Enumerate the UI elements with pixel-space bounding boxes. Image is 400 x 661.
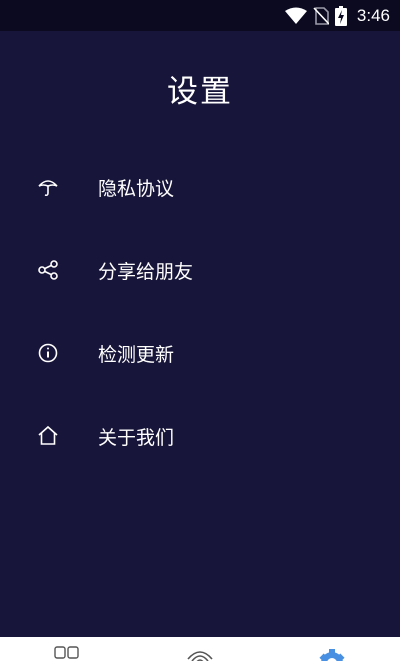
menu-item-label: 分享给朋友 bbox=[98, 260, 194, 283]
grid-icon bbox=[54, 637, 80, 661]
home-icon bbox=[36, 424, 60, 448]
menu-item-label: 关于我们 bbox=[98, 426, 175, 449]
tab-settings[interactable] bbox=[302, 637, 362, 661]
page-title: 设置 bbox=[167, 74, 233, 110]
wifi-icon bbox=[185, 637, 215, 661]
menu-item-share-with-friends[interactable]: 分享给朋友 bbox=[0, 240, 400, 300]
status-bar: 3:46 bbox=[0, 0, 400, 31]
no-sim-icon bbox=[313, 6, 329, 25]
tab-home[interactable] bbox=[37, 637, 97, 661]
tab-network[interactable] bbox=[170, 637, 230, 661]
info-icon bbox=[36, 341, 60, 365]
umbrella-icon bbox=[36, 175, 60, 199]
menu-item-label: 隐私协议 bbox=[98, 177, 175, 200]
wifi-signal-icon bbox=[284, 7, 307, 25]
menu-item-about-us[interactable]: 关于我们 bbox=[0, 406, 400, 466]
bottom-nav bbox=[0, 637, 400, 661]
gear-icon bbox=[317, 637, 347, 661]
battery-charging-icon bbox=[334, 5, 347, 26]
menu-item-label: 检测更新 bbox=[98, 343, 175, 366]
menu-item-check-update[interactable]: 检测更新 bbox=[0, 323, 400, 383]
share-icon bbox=[36, 258, 60, 282]
menu-item-privacy-policy[interactable]: 隐私协议 bbox=[0, 157, 400, 217]
status-time: 3:46 bbox=[356, 5, 390, 25]
